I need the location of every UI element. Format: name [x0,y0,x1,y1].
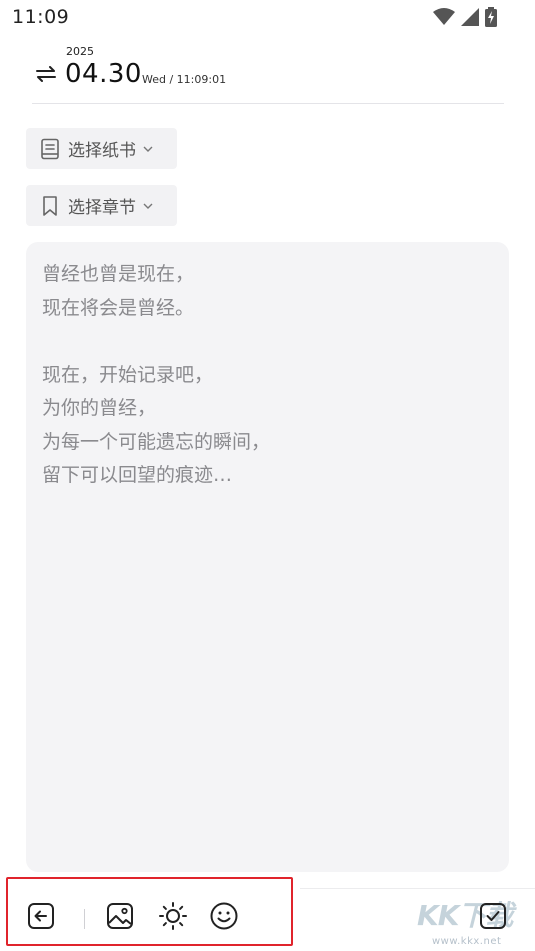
chevron-down-icon [143,146,153,152]
placeholder-line: 现在将会是曾经。 [42,296,195,319]
done-check-icon [479,902,507,934]
status-icons [433,7,497,27]
wifi-icon [433,8,455,26]
diary-editor-screen: 11:09 2025 04.30 Wed / 11:09:01 选择纸书 选择章… [0,0,535,951]
year-label: 2025 [66,45,94,58]
bookmark-icon [40,195,60,217]
diary-text-input[interactable]: 曾经也曾是现在， 现在将会是曾经。 现在，开始记录吧， 为你的曾经， 为每一个可… [26,242,509,872]
placeholder-line: 留下可以回望的痕迹… [42,464,233,486]
placeholder-line: 为每一个可能遗忘的瞬间， [42,430,271,453]
weekday-time: Wed / 11:09:01 [142,73,227,86]
done-button[interactable] [477,902,509,934]
select-notebook-label: 选择纸书 [68,141,136,161]
select-chapter-button[interactable]: 选择章节 [26,185,177,226]
placeholder-line [42,325,493,359]
toolbar-highlight-annotation [6,877,293,946]
placeholder-line: 为你的曾经， [42,397,157,419]
placeholder-line: 曾经也曾是现在， [42,263,195,285]
date-display[interactable]: 04.30 [65,59,142,89]
battery-charging-icon [485,7,497,27]
cellular-signal-icon [461,8,479,26]
chevron-down-icon [143,203,153,209]
watermark-url: www.kkx.net [432,936,502,947]
toolbar-divider-line [300,888,535,889]
notebook-icon [40,138,60,160]
select-chapter-label: 选择章节 [68,198,136,218]
placeholder-line: 现在，开始记录吧， [42,363,214,386]
select-notebook-button[interactable]: 选择纸书 [26,128,177,169]
swap-arrows-icon[interactable] [36,66,56,86]
header-divider [32,103,504,104]
status-time: 11:09 [12,6,70,28]
